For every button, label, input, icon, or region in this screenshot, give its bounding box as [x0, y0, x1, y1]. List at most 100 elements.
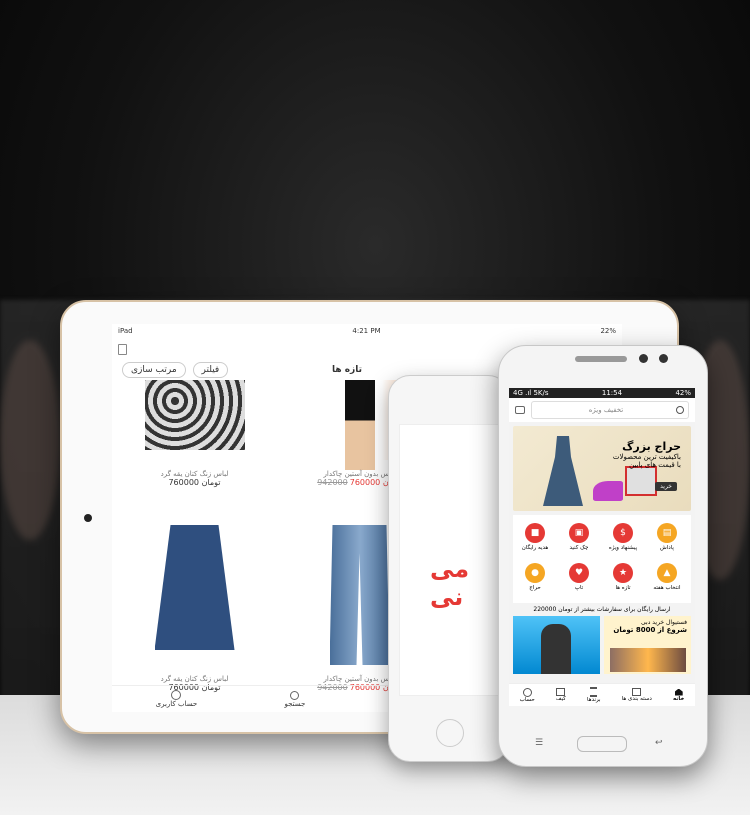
person-silhouette — [0, 340, 60, 540]
sale-banner[interactable]: حراج بزرگ باکیفیت ترین محصولات با قیمت ه… — [513, 426, 691, 511]
old-price: 942000 — [317, 478, 348, 487]
user-icon — [171, 690, 182, 700]
home-button[interactable] — [436, 719, 464, 747]
category-top[interactable]: ♥ تاپ — [557, 563, 601, 591]
category-grid: ■ هدیه رایگان ▣ چک کنید $ پیشنهاد ویژه ▤ پاد… — [513, 515, 691, 603]
product-name: لباس زنگ کتان یقه گرد — [160, 470, 229, 478]
search-icon — [290, 690, 300, 700]
fire-icon: ▲ — [657, 563, 677, 583]
clock: 4:21 PM — [352, 327, 381, 335]
nav-label: دسته بندی ها — [621, 696, 652, 702]
nav-account[interactable]: حساب کاربری — [155, 690, 198, 708]
user-icon — [522, 687, 532, 697]
promo-title: فستیوال خرید دبی — [641, 619, 687, 626]
home-icon — [674, 688, 683, 696]
banner-line: باکیفیت ترین محصولات — [612, 453, 681, 461]
back-key-icon[interactable]: ↩ — [655, 738, 663, 748]
splash-screen: می نی — [399, 424, 501, 696]
sort-button[interactable]: مرتب سازی — [122, 362, 186, 378]
category-label: پاداش — [660, 545, 674, 551]
search-list-icon — [632, 688, 642, 696]
nav-label: کیف — [555, 696, 566, 702]
product-card[interactable]: لباس زنگ کتان یقه گرد 760000 تومان — [112, 525, 277, 692]
nav-label: جستجو — [284, 699, 306, 708]
category-label: تاپ — [574, 585, 584, 591]
cart-icon — [556, 688, 566, 696]
tablet-camera — [84, 514, 92, 522]
gift-icon: ■ — [525, 523, 545, 543]
nav-home[interactable]: خانه — [672, 688, 685, 702]
bag-icon: $ — [613, 523, 633, 543]
android-screen: 4G .ıl 5K/s 11:54 42% تخفیف ویژه حراج بز… — [509, 388, 695, 706]
nav-label: برندها — [587, 697, 601, 703]
cart-icon[interactable] — [118, 343, 127, 355]
product-image — [154, 525, 235, 650]
product-image — [144, 380, 245, 450]
home-button[interactable] — [577, 736, 627, 752]
search-placeholder: تخفیف ویژه — [588, 406, 624, 414]
category-label: پیشنهاد ویژه — [608, 545, 638, 551]
category-label: حراج — [529, 585, 541, 591]
search-icon — [675, 406, 684, 414]
buy-button[interactable]: خرید — [655, 482, 677, 491]
menu-key-icon[interactable]: ☰ — [535, 738, 543, 748]
gift-box-image — [625, 466, 657, 496]
promo-card-men[interactable] — [513, 616, 600, 674]
category-new[interactable]: ★ تازه ها — [601, 563, 645, 591]
model-image — [541, 624, 571, 674]
android-status-bar: 4G .ıl 5K/s 11:54 42% — [509, 388, 695, 398]
promo-subtitle: شروع از 8000 تومان — [613, 626, 687, 634]
tablet-status-bar: iPad 4:21 PM 22% — [112, 324, 622, 338]
banner-title: حراج بزرگ — [622, 440, 681, 453]
nav-categories[interactable]: دسته بندی ها — [622, 688, 652, 702]
category-sale[interactable]: ● حراج — [513, 563, 557, 591]
android-device: 4G .ıl 5K/s 11:54 42% تخفیف ویژه حراج بز… — [498, 345, 708, 767]
filter-controls: فیلتر مرتب سازی — [122, 362, 232, 378]
nav-bag[interactable]: کیف — [556, 688, 566, 702]
category-week-pick[interactable]: ▲ انتخاب هفته — [645, 563, 689, 591]
nav-label: خانه — [672, 695, 685, 702]
banner-text: حراج بزرگ باکیفیت ترین محصولات با قیمت ه… — [613, 440, 681, 469]
battery-label: 42% — [675, 389, 691, 397]
heart-icon: ♥ — [569, 563, 589, 583]
clock: 11:54 — [601, 389, 623, 397]
listing-header: فیلتر مرتب سازی تازه ها — [112, 360, 372, 380]
product-image — [344, 380, 375, 470]
list-icon — [590, 687, 598, 697]
nav-brands[interactable]: برندها — [587, 687, 601, 703]
category-free-gift[interactable]: ■ هدیه رایگان — [513, 523, 557, 551]
carrier-label: iPad — [118, 327, 133, 335]
speaker — [575, 356, 627, 362]
page-title: تازه ها — [331, 365, 362, 375]
promo-card-festival[interactable]: فستیوال خرید دبی شروع از 8000 تومان — [604, 616, 691, 674]
calendar-icon: ▣ — [569, 523, 589, 543]
product-name: لباس زنگ کتان یقه گرد — [160, 675, 229, 683]
sensor — [639, 354, 648, 363]
product-price: 760000 تومان — [168, 478, 221, 487]
search-input[interactable]: تخفیف ویژه — [531, 401, 689, 419]
nav-label: حساب کاربری — [155, 700, 198, 708]
battery-label: 22% — [600, 327, 616, 335]
chat-icon[interactable] — [515, 406, 525, 414]
banner-line: با قیمت های پایین — [629, 461, 681, 469]
promo-row: فستیوال خرید دبی شروع از 8000 تومان — [513, 616, 691, 674]
nav-label: حساب — [519, 696, 535, 703]
category-reward[interactable]: ▤ پاداش — [645, 523, 689, 551]
front-camera — [659, 354, 668, 363]
iphone-device: می نی — [388, 375, 510, 762]
nav-search[interactable]: جستجو — [284, 690, 306, 708]
category-special-offer[interactable]: $ پیشنهاد ویژه — [601, 523, 645, 551]
nav-account[interactable]: حساب — [519, 687, 535, 703]
shoe-image — [593, 481, 623, 501]
category-label: انتخاب هفته — [653, 585, 681, 591]
category-label: تازه ها — [615, 585, 631, 591]
shipping-notice: ارسال رایگان برای سفارشات بیشتر از تومان… — [533, 606, 671, 613]
coin-icon: ● — [525, 563, 545, 583]
filter-button[interactable]: فیلتر — [192, 362, 229, 378]
android-bottom-nav: حساب کیف برندها دسته بندی ها خانه — [509, 683, 695, 706]
category-check[interactable]: ▣ چک کنید — [557, 523, 601, 551]
dress-image — [543, 436, 583, 506]
product-card[interactable]: لباس زنگ کتان یقه گرد 760000 تومان — [112, 380, 277, 487]
search-bar: تخفیف ویژه — [509, 398, 695, 422]
star-icon: ★ — [613, 563, 633, 583]
